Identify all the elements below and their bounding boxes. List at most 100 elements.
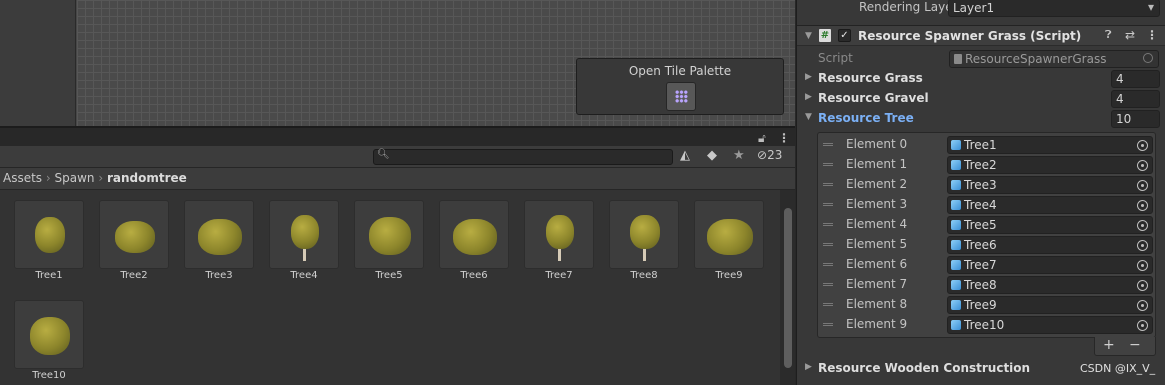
drag-handle-icon[interactable] xyxy=(823,243,833,246)
object-field-value: Tree2 xyxy=(964,158,997,172)
foldout-triangle-icon[interactable]: ▶ xyxy=(805,362,812,372)
breadcrumb-randomtree[interactable]: randomtree xyxy=(107,171,187,185)
list-element-row: Element 1 Tree2 xyxy=(818,155,1155,175)
star-icon[interactable]: ★ xyxy=(733,148,745,163)
foldout-triangle-icon[interactable]: ▼ xyxy=(805,31,812,41)
asset-item[interactable]: Tree5 xyxy=(354,190,424,282)
tag-icon[interactable]: ◆ xyxy=(707,148,717,163)
list-element-row: Element 8 Tree9 xyxy=(818,295,1155,315)
asset-item[interactable]: Tree7 xyxy=(524,190,594,282)
object-picker-icon[interactable] xyxy=(1137,260,1148,271)
eye-hidden-icon[interactable]: ⊘23 xyxy=(757,148,782,162)
scene-view[interactable]: Open Tile Palette xyxy=(0,0,795,126)
resource-gravel-row: ▶ Resource Gravel 4 xyxy=(797,89,1165,109)
object-picker-icon[interactable] xyxy=(1137,140,1148,151)
resource-grass-size[interactable]: 4 xyxy=(1111,70,1160,88)
prefab-cube-icon xyxy=(951,320,961,330)
component-header[interactable]: ▼ # ✓ Resource Spawner Grass (Script) ❓︎… xyxy=(797,25,1165,46)
drag-handle-icon[interactable] xyxy=(823,263,833,266)
object-field-value: Tree9 xyxy=(964,298,997,312)
prefab-cube-icon xyxy=(951,300,961,310)
object-field-value: Tree10 xyxy=(964,318,1005,332)
drag-handle-icon[interactable] xyxy=(823,323,833,326)
element-label: Element 2 xyxy=(846,177,908,191)
object-picker-icon[interactable] xyxy=(1137,200,1148,211)
asset-grid: Tree1 Tree2 Tree3 Tree4 Tree5 Tree6 Tree7 Tree8… xyxy=(0,190,780,385)
drag-handle-icon[interactable] xyxy=(823,283,833,286)
drag-handle-icon[interactable] xyxy=(823,203,833,206)
foldout-triangle-icon[interactable]: ▼ xyxy=(805,112,812,122)
rendering-layer-dropdown[interactable]: Layer1 ▾ xyxy=(948,0,1160,17)
asset-name: Tree8 xyxy=(630,270,658,281)
foldout-triangle-icon[interactable]: ▶ xyxy=(805,92,812,102)
asset-item[interactable]: Tree6 xyxy=(439,190,509,282)
kebab-menu-icon[interactable]: ⋮ xyxy=(778,131,790,145)
object-field[interactable]: Tree8 xyxy=(947,276,1153,294)
list-element-row: Element 4 Tree5 xyxy=(818,215,1155,235)
list-element-row: Element 5 Tree6 xyxy=(818,235,1155,255)
object-field[interactable]: Tree2 xyxy=(947,156,1153,174)
object-field[interactable]: Tree9 xyxy=(947,296,1153,314)
drag-handle-icon[interactable] xyxy=(823,223,833,226)
grid-icon xyxy=(675,90,688,103)
asset-name: Tree7 xyxy=(545,270,573,281)
lock-icon[interactable]: 🔓︎ xyxy=(758,131,766,146)
resource-grass-label: Resource Grass xyxy=(818,71,923,85)
breadcrumb-assets[interactable]: Assets xyxy=(3,171,42,185)
search-input[interactable]: 🔍︎ xyxy=(373,149,673,165)
asset-item[interactable]: Tree9 xyxy=(694,190,764,282)
object-picker-icon[interactable] xyxy=(1137,280,1148,291)
drag-handle-icon[interactable] xyxy=(823,183,833,186)
script-row: Script ResourceSpawnerGrass xyxy=(797,49,1165,69)
object-picker-icon[interactable] xyxy=(1137,160,1148,171)
component-menu-icon[interactable]: ⋮ xyxy=(1146,28,1158,42)
foldout-triangle-icon[interactable]: ▶ xyxy=(805,72,812,82)
open-tile-palette-button[interactable] xyxy=(666,82,696,111)
breadcrumb-spawn[interactable]: Spawn xyxy=(55,171,95,185)
script-label: Script xyxy=(818,51,853,65)
remove-element-button[interactable]: − xyxy=(1129,337,1141,353)
prefab-cube-icon xyxy=(951,180,961,190)
object-picker-icon[interactable] xyxy=(1137,240,1148,251)
component-title: Resource Spawner Grass (Script) xyxy=(858,29,1082,43)
asset-scrollbar[interactable] xyxy=(780,190,795,385)
object-picker-icon[interactable] xyxy=(1137,320,1148,331)
drag-handle-icon[interactable] xyxy=(823,163,833,166)
object-field-value: Tree6 xyxy=(964,238,997,252)
drag-handle-icon[interactable] xyxy=(823,303,833,306)
search-icon: 🔍︎ xyxy=(377,149,390,160)
object-field[interactable]: Tree7 xyxy=(947,256,1153,274)
object-picker-icon[interactable] xyxy=(1137,220,1148,231)
object-field[interactable]: Tree3 xyxy=(947,176,1153,194)
asset-name: Tree5 xyxy=(375,270,403,281)
resource-tree-label: Resource Tree xyxy=(818,111,914,125)
drag-handle-icon[interactable] xyxy=(823,143,833,146)
resource-gravel-size[interactable]: 4 xyxy=(1111,90,1160,108)
prefab-cube-icon xyxy=(951,200,961,210)
resource-tree-size[interactable]: 10 xyxy=(1111,110,1160,128)
element-label: Element 9 xyxy=(846,317,908,331)
asset-item[interactable]: Tree1 xyxy=(14,190,84,282)
filter-icon[interactable]: ◭ xyxy=(680,148,690,163)
object-picker-icon[interactable] xyxy=(1137,300,1148,311)
object-field[interactable]: Tree1 xyxy=(947,136,1153,154)
object-picker-icon[interactable] xyxy=(1137,180,1148,191)
object-field[interactable]: Tree10 xyxy=(947,316,1153,334)
object-field[interactable]: Tree5 xyxy=(947,216,1153,234)
preset-icon[interactable]: ⇄ xyxy=(1125,28,1135,42)
element-label: Element 3 xyxy=(846,197,908,211)
asset-item[interactable]: Tree4 xyxy=(269,190,339,282)
add-element-button[interactable]: + xyxy=(1103,337,1115,353)
watermark: CSDN @IX_V_ xyxy=(1080,362,1156,375)
asset-item[interactable]: Tree10 xyxy=(14,290,84,382)
scrollbar-thumb[interactable] xyxy=(784,208,792,368)
asset-item[interactable]: Tree8 xyxy=(609,190,679,282)
asset-item[interactable]: Tree2 xyxy=(99,190,169,282)
object-field[interactable]: Tree6 xyxy=(947,236,1153,254)
checkbox-icon[interactable]: ✓ xyxy=(838,29,851,42)
help-icon[interactable]: ❓︎ xyxy=(1105,28,1112,42)
tile-palette-overlay: Open Tile Palette xyxy=(576,58,784,115)
resource-tree-row: ▼ Resource Tree 10 xyxy=(797,109,1165,129)
asset-item[interactable]: Tree3 xyxy=(184,190,254,282)
object-field[interactable]: Tree4 xyxy=(947,196,1153,214)
